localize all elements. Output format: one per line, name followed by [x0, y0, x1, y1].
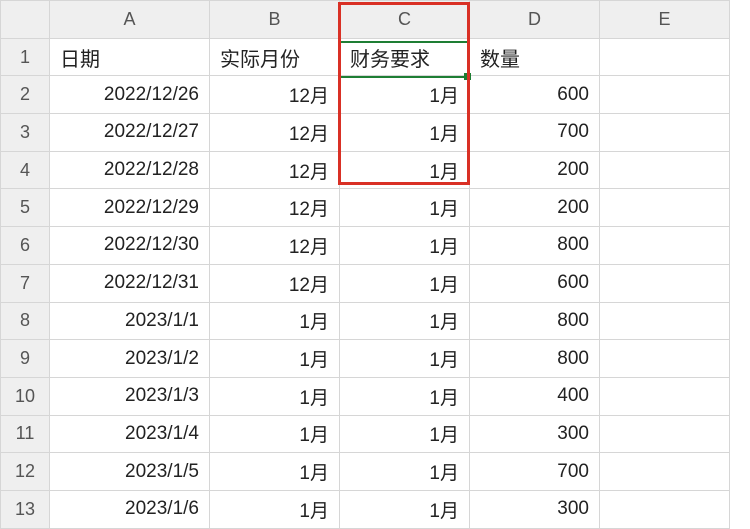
- cell-C13[interactable]: 1月: [340, 490, 470, 528]
- cell-B2[interactable]: 12月: [210, 76, 340, 114]
- row-header[interactable]: 10: [1, 377, 50, 415]
- cell-B6[interactable]: 12月: [210, 227, 340, 265]
- cell-E12[interactable]: [600, 453, 730, 491]
- cell-A6[interactable]: 2022/12/30: [50, 227, 210, 265]
- row-header[interactable]: 9: [1, 340, 50, 378]
- cell-C1[interactable]: 财务要求: [340, 38, 470, 76]
- cell-C9[interactable]: 1月: [340, 340, 470, 378]
- row-11: 11 2023/1/4 1月 1月 300: [1, 415, 730, 453]
- cell-E10[interactable]: [600, 377, 730, 415]
- col-header-B[interactable]: B: [210, 1, 340, 39]
- cell-E5[interactable]: [600, 189, 730, 227]
- cell-A2[interactable]: 2022/12/26: [50, 76, 210, 114]
- cell-A3[interactable]: 2022/12/27: [50, 114, 210, 152]
- cell-B13[interactable]: 1月: [210, 490, 340, 528]
- row-header[interactable]: 13: [1, 490, 50, 528]
- row-3: 3 2022/12/27 12月 1月 700: [1, 114, 730, 152]
- cell-E7[interactable]: [600, 264, 730, 302]
- row-10: 10 2023/1/3 1月 1月 400: [1, 377, 730, 415]
- cell-C5[interactable]: 1月: [340, 189, 470, 227]
- row-8: 8 2023/1/1 1月 1月 800: [1, 302, 730, 340]
- cell-A4[interactable]: 2022/12/28: [50, 151, 210, 189]
- cell-C12[interactable]: 1月: [340, 453, 470, 491]
- row-header[interactable]: 11: [1, 415, 50, 453]
- cell-A10[interactable]: 2023/1/3: [50, 377, 210, 415]
- row-12: 12 2023/1/5 1月 1月 700: [1, 453, 730, 491]
- cell-E3[interactable]: [600, 114, 730, 152]
- row-header[interactable]: 5: [1, 189, 50, 227]
- cell-A12[interactable]: 2023/1/5: [50, 453, 210, 491]
- cell-E13[interactable]: [600, 490, 730, 528]
- cell-A8[interactable]: 2023/1/1: [50, 302, 210, 340]
- cell-D12[interactable]: 700: [470, 453, 600, 491]
- cell-A7[interactable]: 2022/12/31: [50, 264, 210, 302]
- cell-D2[interactable]: 600: [470, 76, 600, 114]
- cell-C10[interactable]: 1月: [340, 377, 470, 415]
- cell-D3[interactable]: 700: [470, 114, 600, 152]
- cell-D5[interactable]: 200: [470, 189, 600, 227]
- col-header-A[interactable]: A: [50, 1, 210, 39]
- row-5: 5 2022/12/29 12月 1月 200: [1, 189, 730, 227]
- cell-C8[interactable]: 1月: [340, 302, 470, 340]
- row-header[interactable]: 12: [1, 453, 50, 491]
- row-header[interactable]: 4: [1, 151, 50, 189]
- col-header-C[interactable]: C: [340, 1, 470, 39]
- cell-B5[interactable]: 12月: [210, 189, 340, 227]
- cell-D13[interactable]: 300: [470, 490, 600, 528]
- column-header-row: A B C D E: [1, 1, 730, 39]
- col-header-D[interactable]: D: [470, 1, 600, 39]
- cell-E1[interactable]: [600, 38, 730, 76]
- cell-A1[interactable]: 日期: [50, 38, 210, 76]
- row-header[interactable]: 3: [1, 114, 50, 152]
- cell-A5[interactable]: 2022/12/29: [50, 189, 210, 227]
- cell-A11[interactable]: 2023/1/4: [50, 415, 210, 453]
- cell-E4[interactable]: [600, 151, 730, 189]
- cell-A9[interactable]: 2023/1/2: [50, 340, 210, 378]
- cell-C3[interactable]: 1月: [340, 114, 470, 152]
- cell-E9[interactable]: [600, 340, 730, 378]
- row-header[interactable]: 6: [1, 227, 50, 265]
- row-1: 1 日期 实际月份 财务要求 数量: [1, 38, 730, 76]
- cell-C11[interactable]: 1月: [340, 415, 470, 453]
- cell-E6[interactable]: [600, 227, 730, 265]
- cell-A13[interactable]: 2023/1/6: [50, 490, 210, 528]
- col-header-E[interactable]: E: [600, 1, 730, 39]
- cell-E8[interactable]: [600, 302, 730, 340]
- cell-B12[interactable]: 1月: [210, 453, 340, 491]
- cell-E2[interactable]: [600, 76, 730, 114]
- cell-D7[interactable]: 600: [470, 264, 600, 302]
- row-header[interactable]: 7: [1, 264, 50, 302]
- spreadsheet-grid[interactable]: A B C D E 1 日期 实际月份 财务要求 数量 2 2022/12/26…: [0, 0, 730, 529]
- select-all-corner[interactable]: [1, 1, 50, 39]
- row-7: 7 2022/12/31 12月 1月 600: [1, 264, 730, 302]
- cell-D9[interactable]: 800: [470, 340, 600, 378]
- cell-C7[interactable]: 1月: [340, 264, 470, 302]
- cell-C4[interactable]: 1月: [340, 151, 470, 189]
- cell-B8[interactable]: 1月: [210, 302, 340, 340]
- row-13: 13 2023/1/6 1月 1月 300: [1, 490, 730, 528]
- cell-B7[interactable]: 12月: [210, 264, 340, 302]
- cell-B9[interactable]: 1月: [210, 340, 340, 378]
- cell-C6[interactable]: 1月: [340, 227, 470, 265]
- cell-B1[interactable]: 实际月份: [210, 38, 340, 76]
- cell-B4[interactable]: 12月: [210, 151, 340, 189]
- row-header[interactable]: 1: [1, 38, 50, 76]
- cell-D10[interactable]: 400: [470, 377, 600, 415]
- cell-B10[interactable]: 1月: [210, 377, 340, 415]
- row-6: 6 2022/12/30 12月 1月 800: [1, 227, 730, 265]
- cell-E11[interactable]: [600, 415, 730, 453]
- cell-D11[interactable]: 300: [470, 415, 600, 453]
- row-header[interactable]: 8: [1, 302, 50, 340]
- cell-B3[interactable]: 12月: [210, 114, 340, 152]
- cell-C2[interactable]: 1月: [340, 76, 470, 114]
- cell-D8[interactable]: 800: [470, 302, 600, 340]
- cell-D4[interactable]: 200: [470, 151, 600, 189]
- cell-D1[interactable]: 数量: [470, 38, 600, 76]
- row-header[interactable]: 2: [1, 76, 50, 114]
- row-4: 4 2022/12/28 12月 1月 200: [1, 151, 730, 189]
- row-2: 2 2022/12/26 12月 1月 600: [1, 76, 730, 114]
- cell-D6[interactable]: 800: [470, 227, 600, 265]
- cell-B11[interactable]: 1月: [210, 415, 340, 453]
- row-9: 9 2023/1/2 1月 1月 800: [1, 340, 730, 378]
